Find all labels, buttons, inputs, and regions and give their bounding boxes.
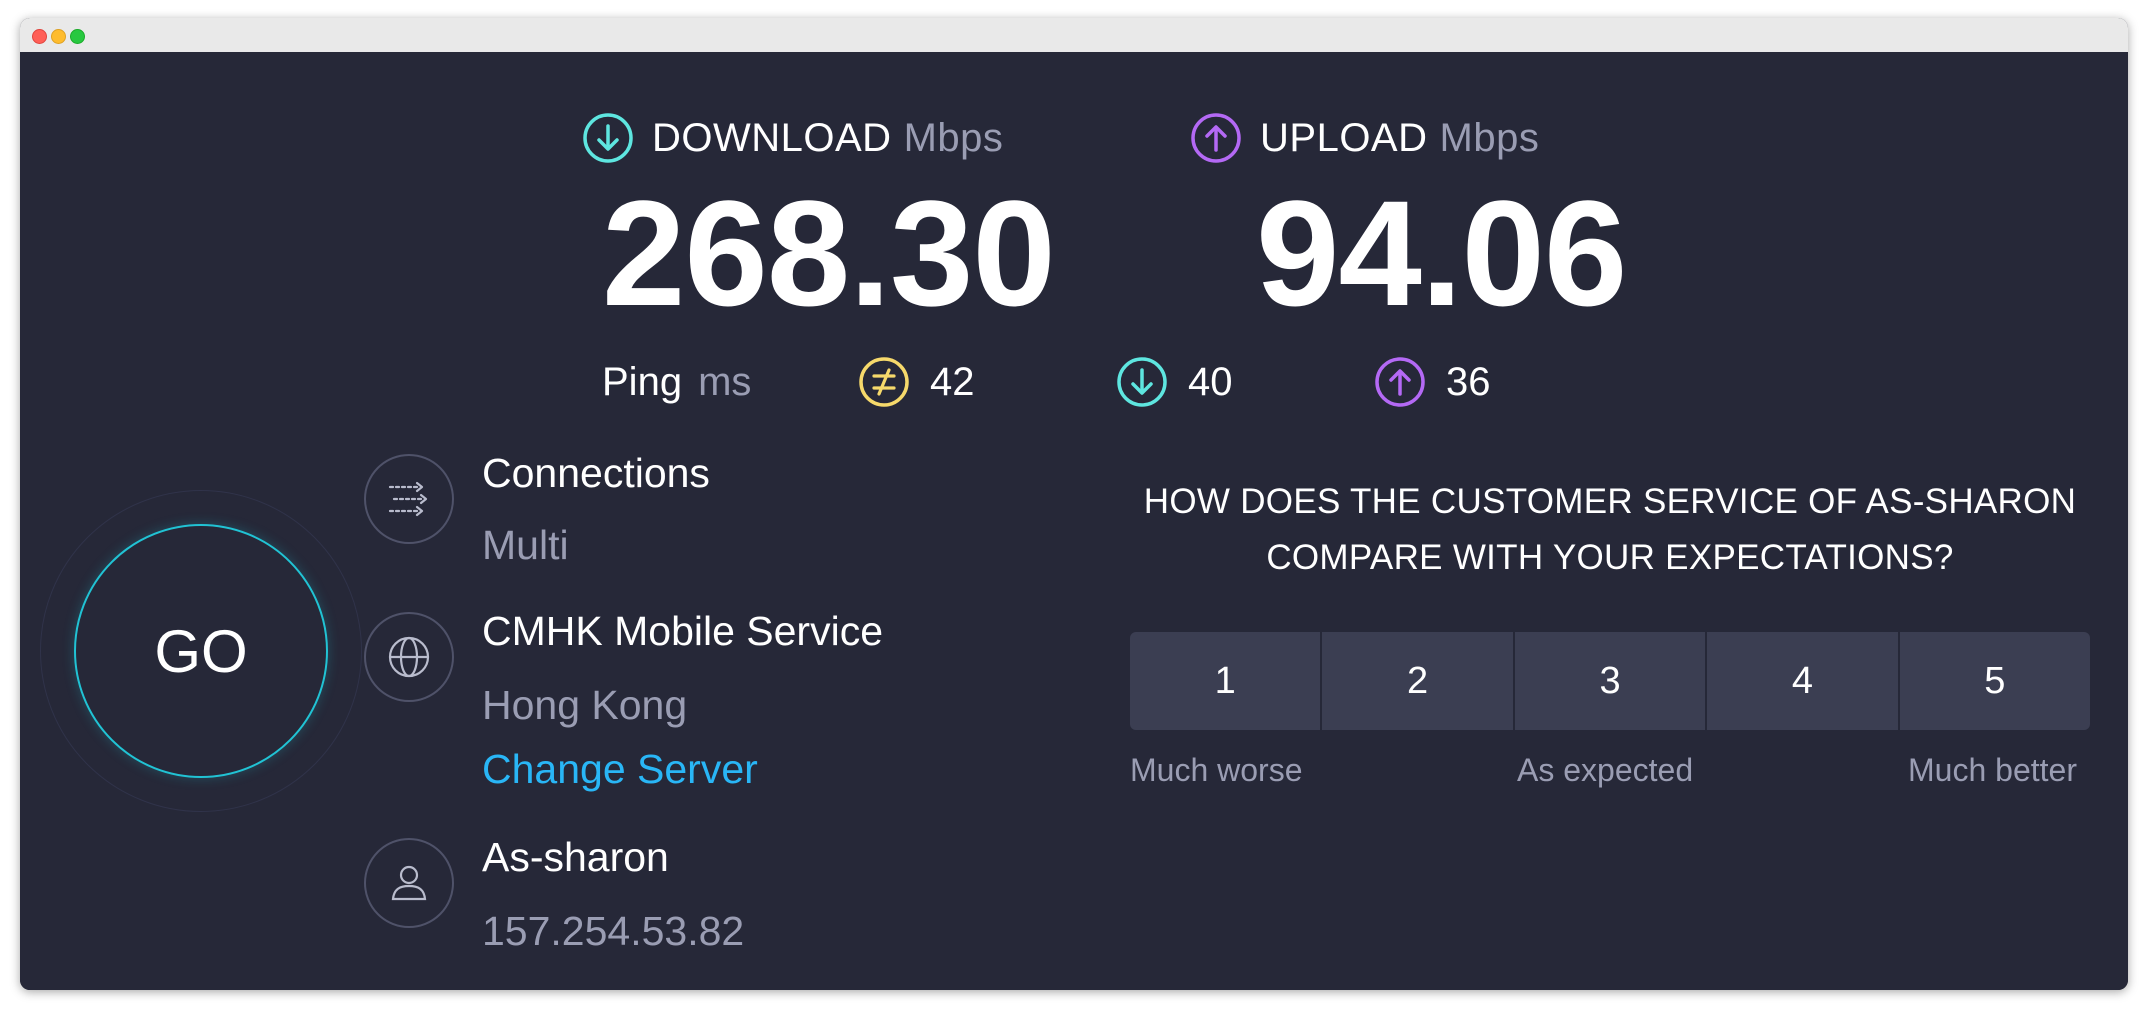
rating-option-2[interactable]: 2 bbox=[1322, 632, 1515, 730]
scale-mid-label: As expected bbox=[1517, 752, 1694, 788]
ping-idle-value: 42 bbox=[930, 359, 975, 404]
upload-unit: Mbps bbox=[1439, 115, 1540, 160]
ping-label: Ping bbox=[602, 359, 683, 404]
download-label: DOWNLOAD bbox=[652, 115, 892, 160]
survey-question-line1: HOW DOES THE CUSTOMER SERVICE OF AS-SHAR… bbox=[1143, 482, 2077, 521]
download-header: DOWNLOAD Mbps bbox=[582, 110, 1003, 166]
maximize-window-button[interactable] bbox=[70, 29, 85, 44]
upload-speed-value: 94.06 bbox=[1256, 169, 1627, 337]
user-icon bbox=[364, 838, 454, 928]
ping-upload-value: 36 bbox=[1446, 359, 1491, 404]
download-speed-value: 268.30 bbox=[602, 169, 1056, 337]
rating-option-4[interactable]: 4 bbox=[1707, 632, 1900, 730]
upload-header: UPLOAD Mbps bbox=[1190, 110, 1539, 166]
speedtest-panel: DOWNLOAD Mbps UPLOAD Mbps 268.30 94.06 P… bbox=[20, 52, 2128, 990]
rating-option-3[interactable]: 3 bbox=[1514, 632, 1708, 730]
close-window-button[interactable] bbox=[32, 29, 47, 44]
go-button[interactable]: GO bbox=[74, 524, 328, 778]
download-unit: Mbps bbox=[903, 115, 1004, 160]
provider-ip: 157.254.53.82 bbox=[482, 908, 745, 954]
rating-scale: 1 2 3 4 5 bbox=[1130, 632, 2090, 730]
minimize-window-button[interactable] bbox=[51, 29, 66, 44]
scale-high-label: Much better bbox=[1908, 752, 2077, 788]
rating-option-1[interactable]: 1 bbox=[1130, 632, 1323, 730]
upload-label: UPLOAD bbox=[1260, 115, 1428, 160]
ping-download: 40 bbox=[1116, 352, 1233, 412]
connections-title: Connections bbox=[482, 450, 710, 496]
ping-idle: 42 bbox=[858, 352, 975, 412]
change-server-link[interactable]: Change Server bbox=[482, 746, 758, 793]
server-location: Hong Kong bbox=[482, 682, 688, 728]
arrow-down-circle-icon bbox=[582, 112, 634, 164]
window-titlebar bbox=[20, 18, 2128, 53]
ping-download-value: 40 bbox=[1188, 359, 1233, 404]
jitter-icon bbox=[858, 356, 910, 408]
arrow-up-circle-icon bbox=[1374, 356, 1426, 408]
ping-label-group: Ping ms bbox=[602, 352, 751, 412]
ping-unit: ms bbox=[698, 359, 752, 404]
scale-low-label: Much worse bbox=[1130, 752, 1303, 788]
survey-question-line2: COMPARE WITH YOUR EXPECTATIONS? bbox=[1266, 538, 1954, 577]
arrow-down-circle-icon bbox=[1116, 356, 1168, 408]
server-name: CMHK Mobile Service bbox=[482, 608, 883, 654]
provider-name: As-sharon bbox=[482, 834, 669, 880]
connections-value: Multi bbox=[482, 522, 569, 568]
rating-option-5[interactable]: 5 bbox=[1899, 632, 2090, 730]
browser-window: DOWNLOAD Mbps UPLOAD Mbps 268.30 94.06 P… bbox=[20, 18, 2128, 990]
survey-question: HOW DOES THE CUSTOMER SERVICE OF AS-SHAR… bbox=[1130, 474, 2090, 586]
connections-arrows-icon[interactable] bbox=[364, 454, 454, 544]
ping-upload: 36 bbox=[1374, 352, 1491, 412]
arrow-up-circle-icon bbox=[1190, 112, 1242, 164]
globe-icon bbox=[364, 612, 454, 702]
